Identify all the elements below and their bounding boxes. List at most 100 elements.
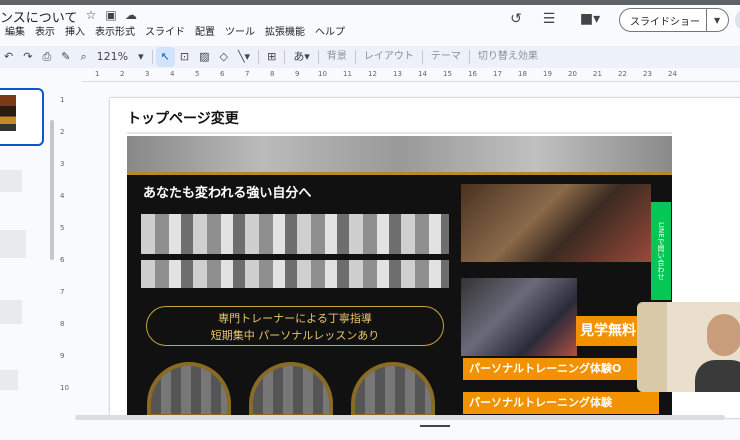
- ruler-tick: 22: [618, 70, 627, 78]
- free-visit-banner: 見学無料: [576, 316, 642, 346]
- ruler-tick: 18: [518, 70, 527, 78]
- ruler-tick: 6: [220, 70, 225, 78]
- ruler-tick: 9: [60, 352, 65, 360]
- zoom-chevron-icon[interactable]: ▾: [133, 47, 149, 67]
- ruler-tick: 11: [343, 70, 352, 78]
- background-button[interactable]: 背景: [322, 47, 352, 67]
- ruler-tick: 20: [568, 70, 577, 78]
- image-icon[interactable]: ▨: [194, 47, 214, 67]
- horizontal-scrollbar[interactable]: [75, 415, 725, 420]
- ruler-tick: 2: [60, 128, 65, 136]
- menu-format[interactable]: 表示形式: [90, 26, 140, 44]
- crop-select-icon[interactable]: ⊡: [175, 47, 194, 67]
- ruler-tick: 5: [60, 224, 65, 232]
- move-folder-icon[interactable]: ▣: [104, 8, 118, 22]
- ruler-tick: 3: [145, 70, 150, 78]
- toolbar-divider: [151, 50, 153, 64]
- redo-icon[interactable]: ↷: [18, 47, 37, 67]
- ruler-tick: 14: [418, 70, 427, 78]
- cta-personal-training-1[interactable]: パーソナルトレーニング体験O: [463, 358, 659, 380]
- ruler-tick: 4: [170, 70, 175, 78]
- ruler-tick: 16: [468, 70, 477, 78]
- line-inquiry-tab[interactable]: LINEで問い合わせ: [651, 202, 671, 300]
- document-title[interactable]: ンスについて: [0, 7, 77, 26]
- slide-title-underline: [127, 132, 672, 134]
- slideshow-button[interactable]: スライドショー ▼: [619, 8, 729, 32]
- gold-stripe: [127, 172, 672, 175]
- menu-bar: 編集 表示 挿入 表示形式 スライド 配置 ツール 拡張機能 ヘルプ: [0, 26, 350, 44]
- ruler-tick: 1: [95, 70, 100, 78]
- thumbnail-placeholder: [0, 370, 18, 390]
- zoom-level[interactable]: 121%: [92, 47, 133, 67]
- filmstrip-scrollbar[interactable]: [50, 120, 54, 260]
- ruler-tick: 8: [60, 320, 65, 328]
- ruler-tick: 17: [493, 70, 502, 78]
- slideshow-label[interactable]: スライドショー: [620, 13, 706, 28]
- feature-pill: 専門トレーナーによる丁寧指導 短期集中 パーソナルレッスンあり: [146, 306, 444, 346]
- menu-edit[interactable]: 編集: [0, 26, 30, 44]
- transition-button[interactable]: 切り替え効果: [473, 47, 543, 67]
- participant-body: [695, 360, 740, 392]
- boxing-photo-2: [461, 278, 577, 356]
- ruler-tick: 7: [60, 288, 65, 296]
- cta-personal-training-2[interactable]: パーソナルトレーニング体験: [463, 392, 659, 414]
- ruler-tick: 21: [593, 70, 602, 78]
- slide-title[interactable]: トップページ変更: [127, 108, 239, 128]
- toolbar-divider: [421, 50, 423, 64]
- ruler-tick: 7: [245, 70, 250, 78]
- ruler-tick: 10: [318, 70, 327, 78]
- layout-button[interactable]: レイアウト: [359, 47, 419, 67]
- thumbnail-placeholder: [0, 300, 22, 324]
- thumbnail-placeholder: [0, 170, 22, 192]
- theme-button[interactable]: テーマ: [426, 47, 466, 67]
- award-badge: [249, 362, 333, 418]
- history-icon[interactable]: ↺: [507, 10, 525, 28]
- toolbar-divider: [258, 50, 260, 64]
- resize-handle[interactable]: [420, 425, 450, 427]
- ruler-tick: 15: [443, 70, 452, 78]
- award-badge: [147, 362, 231, 418]
- menu-help[interactable]: ヘルプ: [310, 26, 350, 44]
- shape-icon[interactable]: ◇: [214, 47, 232, 67]
- undo-icon[interactable]: ↶: [0, 47, 18, 67]
- toolbar-divider: [317, 50, 319, 64]
- menu-arrange[interactable]: 配置: [190, 26, 220, 44]
- menu-insert[interactable]: 挿入: [60, 26, 90, 44]
- ruler-tick: 12: [368, 70, 377, 78]
- menu-extensions[interactable]: 拡張機能: [260, 26, 310, 44]
- thumbnail-placeholder: [0, 230, 26, 258]
- star-icon[interactable]: ☆: [84, 8, 98, 22]
- toolbar-divider: [284, 50, 286, 64]
- toolbar-divider: [468, 50, 470, 64]
- cloud-status-icon[interactable]: ☁: [124, 8, 138, 22]
- menu-slide[interactable]: スライド: [140, 26, 190, 44]
- pixelated-text-block: [141, 260, 449, 288]
- line-icon[interactable]: ╲▾: [233, 47, 255, 67]
- select-cursor-icon[interactable]: ↖: [155, 47, 175, 67]
- chevron-down-icon[interactable]: ▼: [707, 16, 720, 25]
- ruler-tick: 19: [543, 70, 552, 78]
- ruler-tick: 6: [60, 256, 65, 264]
- pixelated-text-block: [141, 214, 449, 254]
- comments-icon[interactable]: ☰: [540, 10, 558, 28]
- ruler-tick: 24: [668, 70, 677, 78]
- landing-page-image[interactable]: あなたも変われる強い自分へ 専門トレーナーによる丁寧指導 短期集中 パーソナルレ…: [127, 136, 672, 418]
- ruler-tick: 3: [60, 160, 65, 168]
- boxing-photo-1: [461, 184, 651, 262]
- add-comment-icon[interactable]: ⊞: [262, 47, 281, 67]
- pixelated-header: [127, 136, 672, 172]
- menu-view[interactable]: 表示: [30, 26, 60, 44]
- paint-format-icon[interactable]: ✎: [56, 47, 75, 67]
- ruler-tick: 23: [643, 70, 652, 78]
- input-tools-icon[interactable]: あ▾: [288, 47, 315, 67]
- menu-tools[interactable]: ツール: [220, 26, 260, 44]
- hero-title: あなたも変われる強い自分へ: [143, 186, 312, 201]
- ruler-tick: 1: [60, 96, 65, 104]
- ruler-tick: 9: [295, 70, 300, 78]
- video-call-overlay[interactable]: [637, 302, 740, 392]
- zoom-icon[interactable]: ⌕: [75, 47, 91, 67]
- print-icon[interactable]: ⎙: [37, 47, 56, 67]
- meet-camera-icon[interactable]: ■▾: [575, 10, 605, 28]
- slide-thumbnail-image: [0, 95, 16, 131]
- toolbar: ↶ ↷ ⎙ ✎ ⌕ 121% ▾ ↖ ⊡ ▨ ◇ ╲▾ ⊞ あ▾ 背景 レイアウ…: [0, 46, 740, 68]
